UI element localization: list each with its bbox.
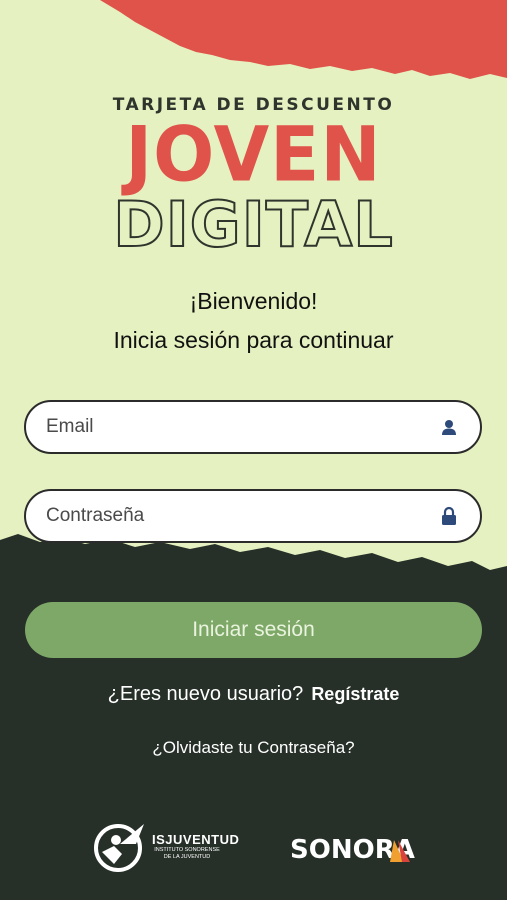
- login-button[interactable]: Iniciar sesión: [25, 602, 482, 658]
- forgot-password-link[interactable]: ¿Olvidaste tu Contraseña?: [0, 738, 507, 758]
- sonora-logo: SONORA: [290, 835, 415, 865]
- brand-logo: TARJETA DE DESCUENTO JOVEN DIGITAL: [0, 95, 507, 261]
- register-prompt: ¿Eres nuevo usuario?: [107, 683, 304, 705]
- isjuventud-subtitle: INSTITUTO SONORENSE DE LA JUVENTUD: [154, 846, 220, 860]
- email-input[interactable]: [44, 415, 438, 439]
- login-subtitle: Inicia sesión para continuar: [113, 327, 394, 353]
- user-icon: [438, 416, 460, 438]
- isjuventud-mark-icon: [94, 824, 144, 872]
- isjuventud-name: ISJUVENTUD: [152, 831, 240, 847]
- welcome-heading: ¡Bienvenido!: [189, 288, 318, 314]
- lock-icon: [438, 505, 460, 527]
- register-row: ¿Eres nuevo usuario? Regístrate: [0, 683, 507, 706]
- register-link[interactable]: Regístrate: [311, 684, 399, 704]
- isjuventud-logo: ISJUVENTUD INSTITUTO SONORENSE DE LA JUV…: [92, 818, 239, 874]
- brand-title-digital: DIGITAL: [112, 188, 394, 261]
- password-field[interactable]: [24, 489, 482, 543]
- bottom-dark-panel: [0, 534, 507, 900]
- password-input[interactable]: [44, 504, 438, 528]
- top-decorative-band: [100, 0, 507, 79]
- brand-title-joven: JOVEN: [125, 109, 382, 199]
- email-field[interactable]: [24, 400, 482, 454]
